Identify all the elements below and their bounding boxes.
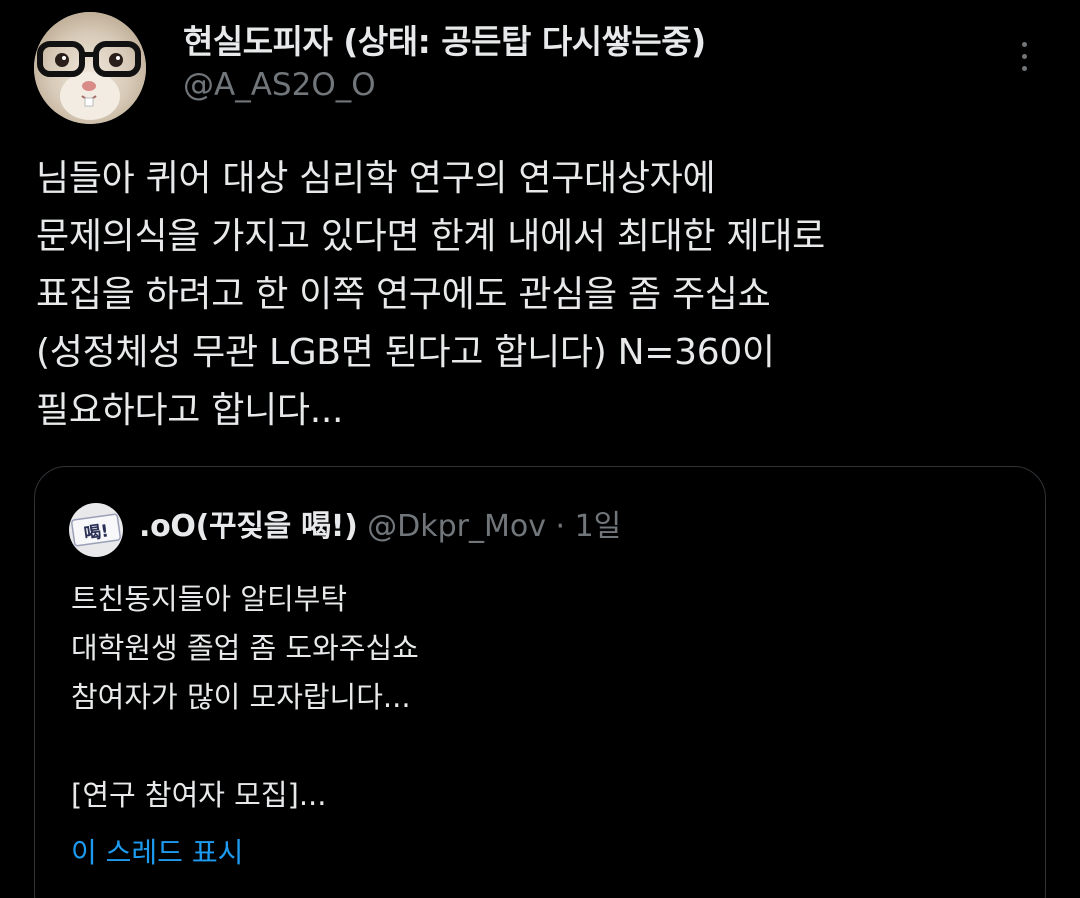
more-vertical-icon-dot	[1021, 53, 1027, 59]
quoted-avatar-text: 喝!	[83, 521, 110, 544]
quoted-header: .oO(꾸짖을 喝!) @Dkpr_Mov · 1일	[139, 505, 621, 549]
tweet-text-line: 표집을 하려고 한 이쪽 연구에도 관심을 좀 주십쇼	[36, 274, 771, 315]
quoted-tweet[interactable]: 喝! .oO(꾸짖을 喝!) @Dkpr_Mov · 1일 트친동지들아 알티부…	[34, 466, 1046, 898]
quoted-timestamp[interactable]: 1일	[575, 509, 622, 544]
quoted-user-handle[interactable]: @Dkpr_Mov	[367, 509, 546, 544]
tweet-text-line: 필요하다고 합니다...	[36, 390, 344, 431]
tweet-text-line: (성정체성 무관 LGB면 된다고 합니다) N=360이	[36, 332, 775, 373]
quoted-text-line: [연구 참여자 모집]...	[71, 778, 327, 812]
user-handle[interactable]: @A_AS2O_O	[183, 64, 706, 106]
more-options-button[interactable]	[1006, 34, 1042, 78]
tweet-text: 님들아 퀴어 대상 심리학 연구의 연구대상자에 문제의식을 가지고 있다면 한…	[36, 150, 1056, 440]
hamster-with-glasses-avatar-image	[34, 12, 146, 124]
tweet: 현실도피자 (상태: 공든탑 다시쌓는중) @A_AS2O_O 님들아 퀴어 대…	[0, 0, 1080, 898]
display-name[interactable]: 현실도피자 (상태: 공든탑 다시쌓는중)	[183, 20, 706, 64]
quoted-avatar-image: 喝!	[69, 503, 123, 557]
quoted-text-line: 참여자가 많이 모자랍니다...	[71, 680, 411, 714]
quoted-text-line	[71, 722, 419, 771]
quoted-display-name[interactable]: .oO(꾸짖을 喝!)	[139, 509, 358, 544]
quoted-text-line: 트친동지들아 알티부탁	[71, 582, 348, 616]
show-thread-link[interactable]: 이 스레드 표시	[71, 833, 243, 873]
separator-dot: ·	[555, 509, 566, 544]
quoted-tweet-text: 트친동지들아 알티부탁 대학원생 졸업 좀 도와주십쇼 참여자가 많이 모자랍니…	[71, 575, 419, 820]
quoted-text-line: 대학원생 졸업 좀 도와주십쇼	[71, 631, 419, 665]
quoted-avatar[interactable]: 喝!	[69, 503, 123, 557]
avatar[interactable]	[34, 12, 146, 124]
more-vertical-icon-dot	[1021, 65, 1027, 71]
tweet-text-line: 문제의식을 가지고 있다면 한계 내에서 최대한 제대로	[36, 216, 825, 257]
tweet-text-line: 님들아 퀴어 대상 심리학 연구의 연구대상자에	[36, 158, 716, 199]
tweet-header: 현실도피자 (상태: 공든탑 다시쌓는중) @A_AS2O_O	[183, 20, 706, 106]
more-vertical-icon	[1021, 41, 1027, 47]
